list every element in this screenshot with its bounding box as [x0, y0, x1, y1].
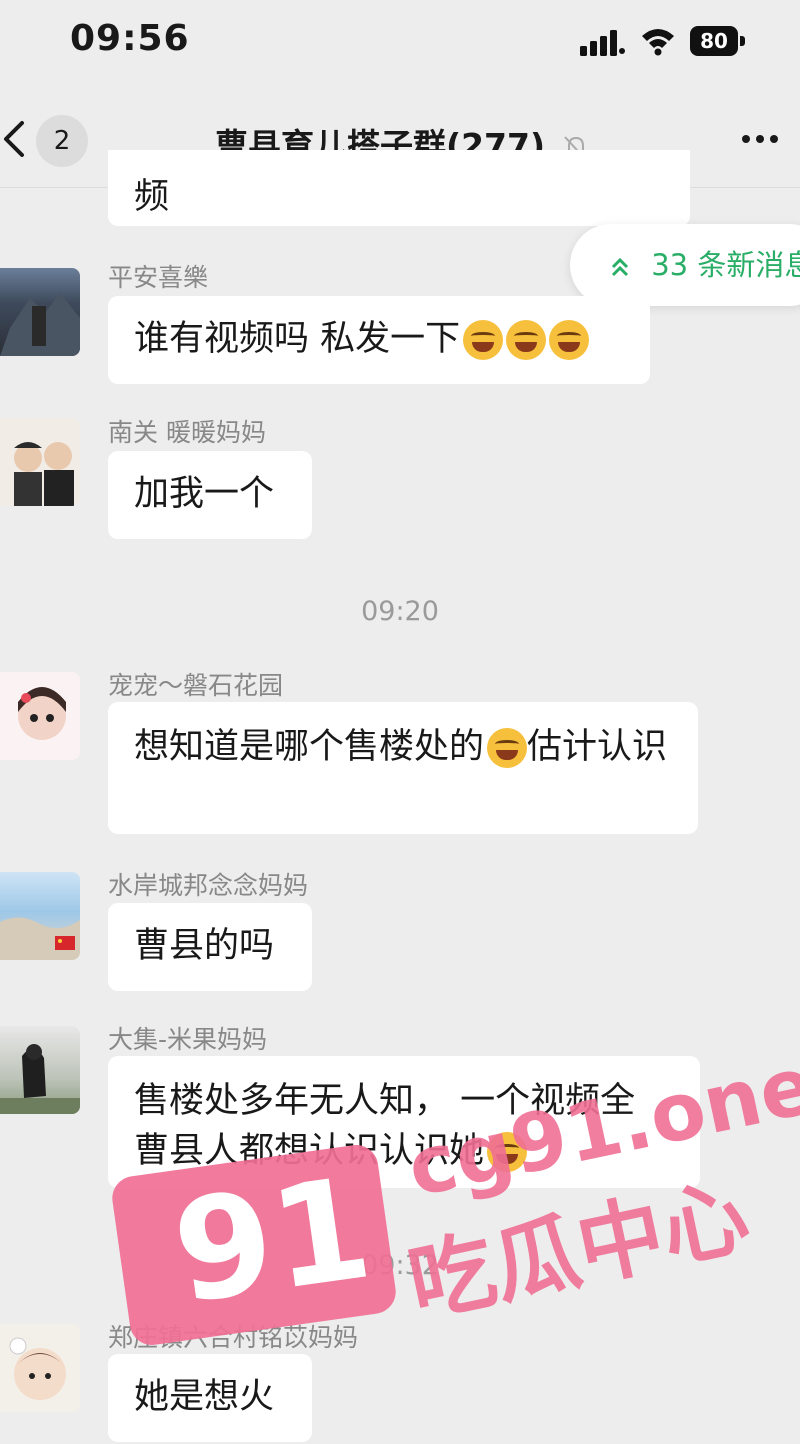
message-bubble[interactable]: 她是想火	[108, 1354, 312, 1442]
sender-name: 宠宠～磐石花园	[108, 671, 284, 700]
avatar[interactable]	[0, 1026, 80, 1114]
new-messages-label: 33 条新消息	[651, 248, 800, 282]
avatar[interactable]	[0, 268, 80, 356]
sender-name: 大集-米果妈妈	[108, 1025, 268, 1054]
message-bubble[interactable]: 售楼处多年无人知， 一个视频全曹县人都想认识认识她	[108, 1056, 700, 1188]
message-bubble[interactable]: 曹县的吗	[108, 903, 312, 991]
message-bubble[interactable]: 加我一个	[108, 451, 312, 539]
sender-name: 水岸城邦念念妈妈	[108, 871, 309, 900]
message-text: 想知道是哪个售楼处的	[134, 727, 485, 767]
avatar[interactable]	[0, 872, 80, 960]
message-text: 谁有视频吗 私发一下	[134, 319, 461, 359]
status-time: 09:56	[70, 18, 190, 59]
message-text-continued: 估计认识	[527, 727, 668, 767]
sender-name: 郑庄镇六合村铭苡妈妈	[108, 1323, 359, 1352]
double-chevron-up-icon	[611, 257, 629, 277]
tears-of-joy-emoji-icon	[549, 320, 590, 360]
message-text: 她是想火	[134, 1377, 275, 1417]
message-bubble[interactable]: 想知道是哪个售楼处的 估计认识	[108, 702, 698, 834]
crying-emoji-icon	[487, 1132, 528, 1172]
message-bubble-partial[interactable]: 频	[108, 150, 690, 226]
time-divider: 09:20	[361, 596, 439, 627]
sender-name: 平安喜樂	[108, 263, 209, 292]
message-text: 加我一个	[134, 474, 275, 514]
back-arrow-icon[interactable]	[0, 117, 30, 161]
message-bubble[interactable]: 谁有视频吗 私发一下	[108, 296, 650, 384]
time-divider: 09:32	[361, 1250, 439, 1281]
sender-name: 南关 暖暖妈妈	[108, 418, 266, 447]
avatar[interactable]	[0, 1324, 80, 1412]
avatar[interactable]	[0, 418, 80, 506]
message-text: 频	[134, 177, 170, 217]
unread-count-badge[interactable]: 2	[36, 115, 88, 167]
battery-level: 80	[690, 26, 738, 56]
signal-icon	[580, 30, 625, 56]
avatar[interactable]	[0, 672, 80, 760]
message-text: 售楼处多年无人知， 一个视频全曹县人都想认识认识她	[134, 1081, 636, 1171]
crying-emoji-icon	[487, 728, 528, 768]
more-options-icon[interactable]	[738, 119, 782, 159]
wifi-icon	[642, 29, 674, 56]
tears-of-joy-emoji-icon	[463, 320, 504, 360]
message-text: 曹县的吗	[134, 926, 275, 966]
new-messages-indicator[interactable]: 33 条新消息	[570, 224, 800, 306]
tears-of-joy-emoji-icon	[506, 320, 547, 360]
status-bar: 09:56 80	[0, 0, 800, 90]
battery-icon: 80	[690, 26, 746, 56]
